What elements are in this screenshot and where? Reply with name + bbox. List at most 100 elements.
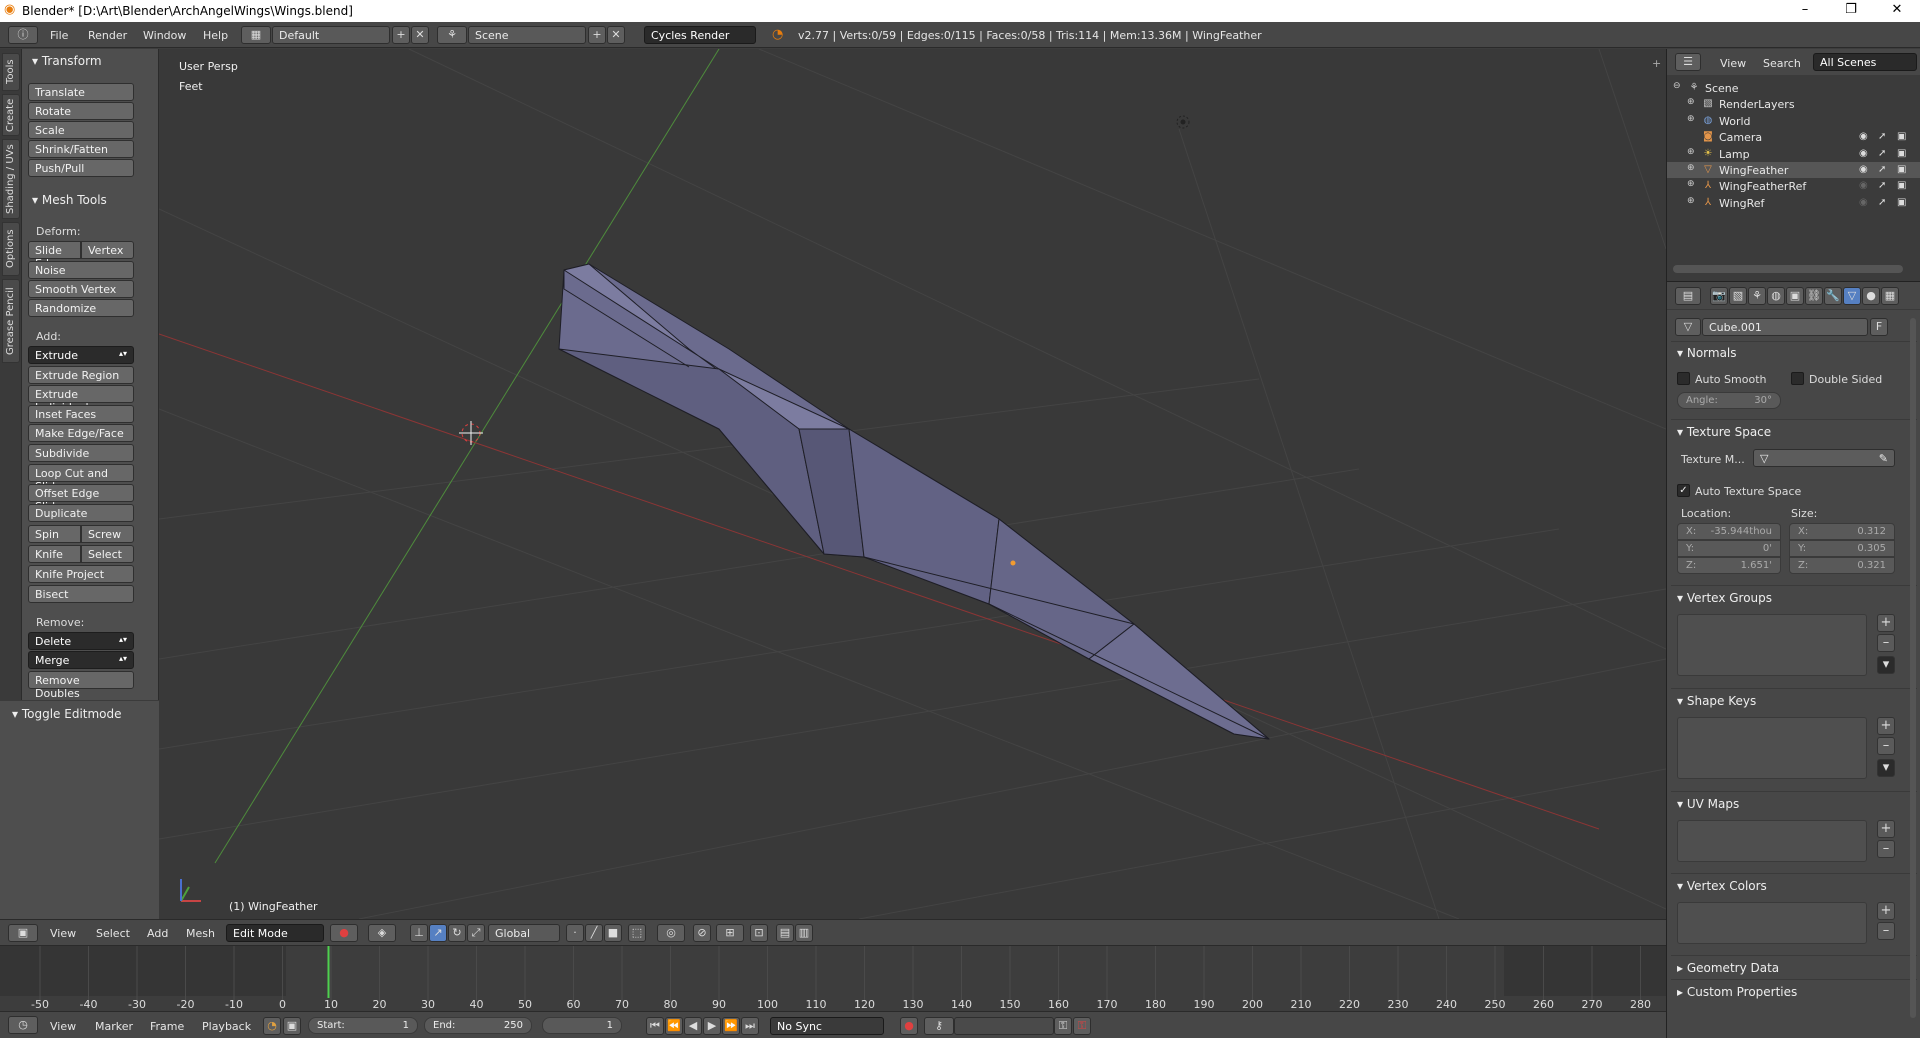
- render-camera-icon[interactable]: ▣: [1897, 148, 1906, 159]
- remove-shape-key-button[interactable]: –: [1877, 737, 1895, 755]
- rotate-manipulator-icon[interactable]: ↻: [448, 924, 466, 942]
- uv-maps-list[interactable]: [1677, 820, 1867, 862]
- scene-tab-icon[interactable]: ⚘: [1748, 287, 1766, 305]
- start-frame-field[interactable]: Start: 1: [308, 1017, 418, 1034]
- shape-keys-panel-header[interactable]: ▾ Shape Keys: [1677, 694, 1756, 708]
- scene-field[interactable]: Scene: [468, 26, 586, 44]
- select-arrow-icon[interactable]: ➚: [1878, 180, 1886, 191]
- scale-manipulator-icon[interactable]: ⤢: [467, 924, 485, 942]
- play-reverse-icon[interactable]: ◀: [684, 1017, 702, 1035]
- push-pull-button[interactable]: Push/Pull: [28, 159, 134, 177]
- vertex-groups-list[interactable]: [1677, 614, 1867, 676]
- jump-keyframe-back-icon[interactable]: ⏪: [665, 1017, 683, 1035]
- insert-keyframe-icon[interactable]: ⚿: [1054, 1017, 1072, 1035]
- menu-playback[interactable]: Playback: [202, 1020, 251, 1033]
- snap-target-icon[interactable]: ⊡: [750, 924, 768, 942]
- proportional-edit-icon[interactable]: ◎: [657, 924, 685, 942]
- menu-file[interactable]: File: [50, 29, 68, 42]
- knife-project-button[interactable]: Knife Project: [28, 565, 134, 583]
- smooth-vertex-button[interactable]: Smooth Vertex: [28, 280, 134, 298]
- shading-mode-icon[interactable]: ●: [330, 924, 358, 942]
- 3d-viewport[interactable]: User Persp Feet (1) WingFeather +: [159, 49, 1666, 919]
- menu-mesh[interactable]: Mesh: [186, 927, 215, 940]
- select-arrow-icon[interactable]: ➚: [1878, 197, 1886, 208]
- delete-keyframe-icon[interactable]: ⚿: [1073, 1017, 1091, 1035]
- render-tab-icon[interactable]: 📷: [1710, 287, 1728, 305]
- vertex-slide-button[interactable]: Vertex: [81, 241, 134, 259]
- remove-uv-map-button[interactable]: –: [1877, 840, 1895, 858]
- material-tab-icon[interactable]: ●: [1862, 287, 1880, 305]
- visibility-eye-icon[interactable]: ◉: [1859, 180, 1868, 191]
- menu-add[interactable]: Add: [147, 927, 168, 940]
- mesh-datablock-icon[interactable]: ▽: [1675, 318, 1701, 336]
- menu-help[interactable]: Help: [203, 29, 228, 42]
- mesh-name-field[interactable]: Cube.001: [1702, 318, 1868, 336]
- add-vertex-color-button[interactable]: +: [1877, 902, 1895, 920]
- rotate-button[interactable]: Rotate: [28, 102, 134, 120]
- screen-layout-icon[interactable]: ▦: [241, 26, 271, 44]
- constraints-tab-icon[interactable]: ⛓: [1805, 287, 1823, 305]
- expand-icon[interactable]: ⊖: [1673, 81, 1681, 91]
- outliner-row[interactable]: ⊕ ▽ WingFeather ◉ ➚ ▣: [1667, 162, 1920, 178]
- minimize-button[interactable]: –: [1782, 0, 1828, 22]
- custom-properties-panel-header[interactable]: ▸ Custom Properties: [1677, 985, 1797, 999]
- tab-tools[interactable]: Tools: [2, 53, 20, 91]
- spin-button[interactable]: Spin: [28, 525, 81, 543]
- select-arrow-icon[interactable]: ➚: [1878, 164, 1886, 175]
- current-frame-field[interactable]: 1: [542, 1017, 622, 1034]
- geometry-data-panel-header[interactable]: ▸ Geometry Data: [1677, 961, 1779, 975]
- texture-mesh-field[interactable]: ▽ ✎: [1753, 449, 1895, 467]
- menu-frame[interactable]: Frame: [150, 1020, 184, 1033]
- preview-range-icon[interactable]: ◔: [263, 1017, 281, 1035]
- fake-user-button[interactable]: F: [1870, 318, 1888, 336]
- tab-shading-uvs[interactable]: Shading / UVs: [2, 139, 20, 219]
- extrude-individual-button[interactable]: Extrude Individual: [28, 385, 134, 414]
- outliner-row[interactable]: ⊕ ☀ Lamp ◉ ➚ ▣: [1667, 146, 1920, 162]
- extrude-region-button[interactable]: Extrude Region: [28, 366, 134, 384]
- outliner-row[interactable]: ⊕ ⅄ WingFeatherRef ◉ ➚ ▣: [1667, 178, 1920, 194]
- translate-manipulator-icon[interactable]: ↗: [429, 924, 447, 942]
- render-camera-icon[interactable]: ▣: [1897, 180, 1906, 191]
- expand-icon[interactable]: ⊕: [1687, 97, 1695, 107]
- mesh-data-tab-icon[interactable]: ▽: [1843, 287, 1861, 305]
- vertex-select-icon[interactable]: ·: [566, 924, 584, 942]
- subdivide-button[interactable]: Subdivide: [28, 444, 134, 462]
- screen-layout-field[interactable]: Default: [272, 26, 390, 44]
- opengl-anim-icon[interactable]: ▥: [795, 924, 813, 942]
- vertex-groups-panel-header[interactable]: ▾ Vertex Groups: [1677, 591, 1772, 605]
- keying-set-field[interactable]: [954, 1017, 1054, 1035]
- pivot-point-icon[interactable]: ◈: [368, 924, 396, 942]
- outliner-row[interactable]: ⊕ ▧ RenderLayers: [1667, 96, 1920, 112]
- menu-outliner-view[interactable]: View: [1720, 57, 1746, 70]
- close-button[interactable]: ✕: [1874, 0, 1920, 22]
- select-arrow-icon[interactable]: ➚: [1878, 131, 1886, 142]
- extrude-dropdown[interactable]: Extrude ▴▾: [28, 346, 134, 364]
- menu-render[interactable]: Render: [88, 29, 127, 42]
- outliner-row[interactable]: ⊕ ⅄ WingRef ◉ ➚ ▣: [1667, 195, 1920, 211]
- visibility-eye-icon[interactable]: ◉: [1859, 148, 1868, 159]
- knife-select-button[interactable]: Select: [81, 545, 134, 563]
- duplicate-button[interactable]: Duplicate: [28, 504, 134, 522]
- expand-icon[interactable]: ⊕: [1687, 179, 1695, 189]
- mode-dropdown[interactable]: Edit Mode: [226, 924, 324, 942]
- expand-icon[interactable]: ⊕: [1687, 114, 1695, 124]
- add-scene-icon[interactable]: +: [588, 26, 606, 44]
- uv-maps-panel-header[interactable]: ▾ UV Maps: [1677, 797, 1739, 811]
- scale-button[interactable]: Scale: [28, 121, 134, 139]
- outliner-row[interactable]: ◙ Camera ◉ ➚ ▣: [1667, 129, 1920, 145]
- size-y-field[interactable]: Y: 0.305: [1789, 540, 1895, 557]
- add-vertex-group-button[interactable]: +: [1877, 614, 1895, 632]
- texture-tab-icon[interactable]: ▦: [1881, 287, 1899, 305]
- inset-faces-button[interactable]: Inset Faces: [28, 405, 134, 423]
- outliner-scrollbar[interactable]: [1673, 265, 1903, 273]
- face-select-icon[interactable]: ■: [604, 924, 622, 942]
- location-y-field[interactable]: Y: 0': [1677, 540, 1781, 557]
- remove-vertex-color-button[interactable]: –: [1877, 922, 1895, 940]
- record-icon[interactable]: ●: [900, 1017, 918, 1035]
- maximize-button[interactable]: ❐: [1828, 0, 1874, 22]
- scene-icon[interactable]: ⚘: [437, 26, 467, 44]
- remove-scene-icon[interactable]: ✕: [607, 26, 625, 44]
- visibility-eye-icon[interactable]: ◉: [1859, 131, 1868, 142]
- vertex-group-specials-button[interactable]: ▾: [1877, 656, 1895, 674]
- object-tab-icon[interactable]: ▣: [1786, 287, 1804, 305]
